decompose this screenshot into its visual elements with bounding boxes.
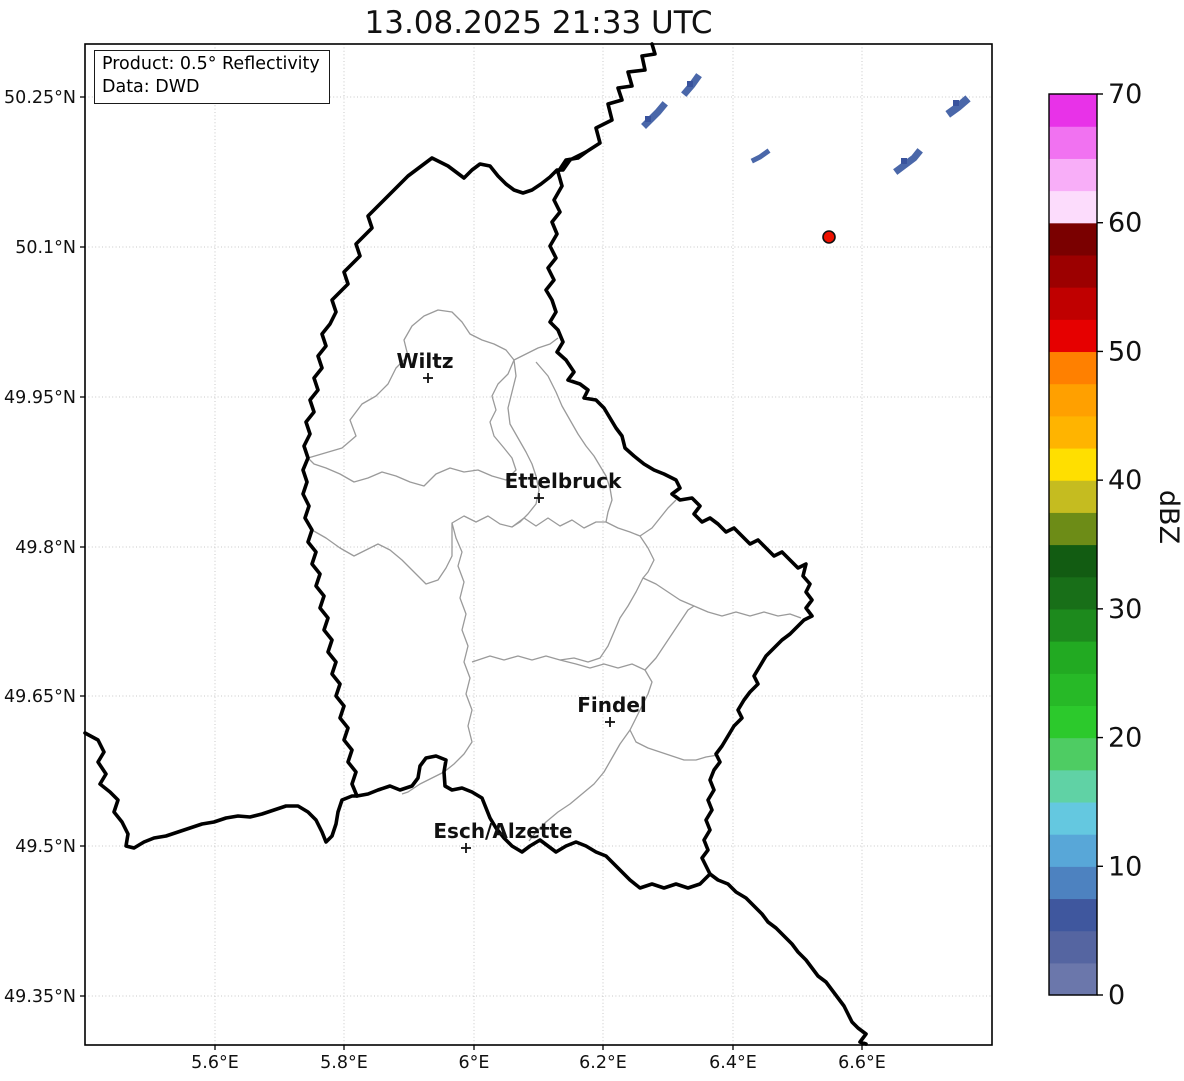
canton-border-wiltz [308, 310, 516, 486]
colorbar-band [1049, 512, 1097, 545]
y-tick-label: 50.1°N [15, 238, 76, 258]
canton-borders [308, 310, 801, 841]
colorbar-band [1049, 609, 1097, 642]
x-tick-label: 6.4°E [709, 1053, 757, 1073]
city-label: Findel [577, 693, 647, 717]
colorbar-tick-label: 70 [1108, 79, 1142, 110]
colorbar-band [1049, 255, 1097, 288]
y-tick-label: 49.8°N [15, 538, 76, 558]
grid-layer [85, 44, 992, 1045]
canton-border-luxembourg-north [472, 578, 643, 662]
colorbar-band [1049, 545, 1097, 578]
colorbar-band [1049, 126, 1097, 159]
colorbar-tick-label: 20 [1108, 723, 1142, 754]
colorbar-tick-label: 10 [1108, 851, 1142, 882]
colorbar-band [1049, 287, 1097, 320]
radar-echo [754, 152, 767, 160]
product-info-line2: Data: DWD [102, 76, 320, 99]
luxembourg-border [303, 152, 812, 888]
product-info-line1: Product: 0.5° Reflectivity [102, 53, 320, 76]
y-tick-label: 49.35°N [4, 987, 76, 1007]
canton-border-echternach-north [640, 500, 676, 536]
radar-echo-core [953, 100, 959, 106]
colorbar-band [1049, 577, 1097, 610]
canton-border-grevenmacher [640, 536, 801, 618]
colorbar-band [1049, 191, 1097, 224]
radar-echo-layer [645, 78, 965, 170]
border-france-belgium [85, 733, 357, 848]
colorbar-band [1049, 834, 1097, 867]
colorbar-band [1049, 705, 1097, 738]
border-belgium-germany [586, 44, 655, 152]
axis-layer: 5.6°E 5.8°E 6°E 6.2°E 6.4°E 6.6°E 50.25°N 50.1°… [4, 44, 992, 1073]
colorbar-band [1049, 448, 1097, 481]
colorbar-band [1049, 738, 1097, 771]
canton-border-central [312, 516, 640, 584]
colorbar-tick-label: 0 [1108, 980, 1125, 1011]
city-label: Esch/Alzette [433, 819, 572, 843]
colorbar-tick-label: 60 [1108, 208, 1142, 239]
x-tick-label: 5.8°E [320, 1053, 368, 1073]
colorbar-band [1049, 898, 1097, 931]
colorbar-band [1049, 931, 1097, 964]
colorbar-band [1049, 770, 1097, 803]
colorbar-band [1049, 319, 1097, 352]
x-tick-label: 6.2°E [579, 1053, 627, 1073]
colorbar-layer: 0 10 20 30 40 50 60 70 dBZ [1049, 79, 1184, 1011]
colorbar-band [1049, 94, 1097, 127]
y-tick-label: 49.95°N [4, 388, 76, 408]
radar-site-layer [823, 231, 835, 243]
colorbar-tick-label: 50 [1108, 336, 1142, 367]
y-tick-label: 49.65°N [4, 687, 76, 707]
x-tick-label: 5.6°E [191, 1053, 239, 1073]
colorbar-band [1049, 802, 1097, 835]
colorbar-band [1049, 480, 1097, 513]
colorbar-band [1049, 351, 1097, 384]
radar-site-dot [823, 231, 835, 243]
country-borders [85, 44, 866, 1044]
colorbar-band [1049, 223, 1097, 256]
colorbar-unit-label: dBZ [1153, 490, 1184, 544]
product-info-box: Product: 0.5° Reflectivity Data: DWD [94, 50, 330, 104]
colorbar-tick-label: 40 [1108, 465, 1142, 496]
canton-border-diekirch-west [508, 360, 539, 527]
colorbar-band [1049, 416, 1097, 449]
colorbar-band [1049, 866, 1097, 899]
colorbar-band [1049, 158, 1097, 191]
canton-border-clervaux [514, 338, 558, 360]
colorbar-band [1049, 673, 1097, 706]
plot-frame [85, 44, 992, 1045]
radar-map-figure: WiltzEttelbruckFindelEsch/Alzette 5.6°E5… [0, 0, 1184, 1081]
y-tick-label: 50.25°N [4, 88, 76, 108]
radar-echo-core [645, 116, 651, 122]
colorbar-tick-label: 30 [1108, 594, 1142, 625]
city-label: Ettelbruck [505, 469, 622, 493]
x-tick-label: 6.6°E [838, 1053, 886, 1073]
canton-border-capellen [402, 523, 472, 794]
radar-echo-core [901, 158, 907, 164]
radar-echo-core [687, 81, 693, 87]
canton-border-diekirch-east [536, 362, 612, 522]
city-label: Wiltz [397, 349, 454, 373]
y-tick-label: 49.5°N [15, 837, 76, 857]
colorbar-band [1049, 641, 1097, 674]
x-tick-label: 6°E [459, 1053, 490, 1073]
colorbar-band [1049, 384, 1097, 417]
colorbar-band [1049, 963, 1097, 996]
